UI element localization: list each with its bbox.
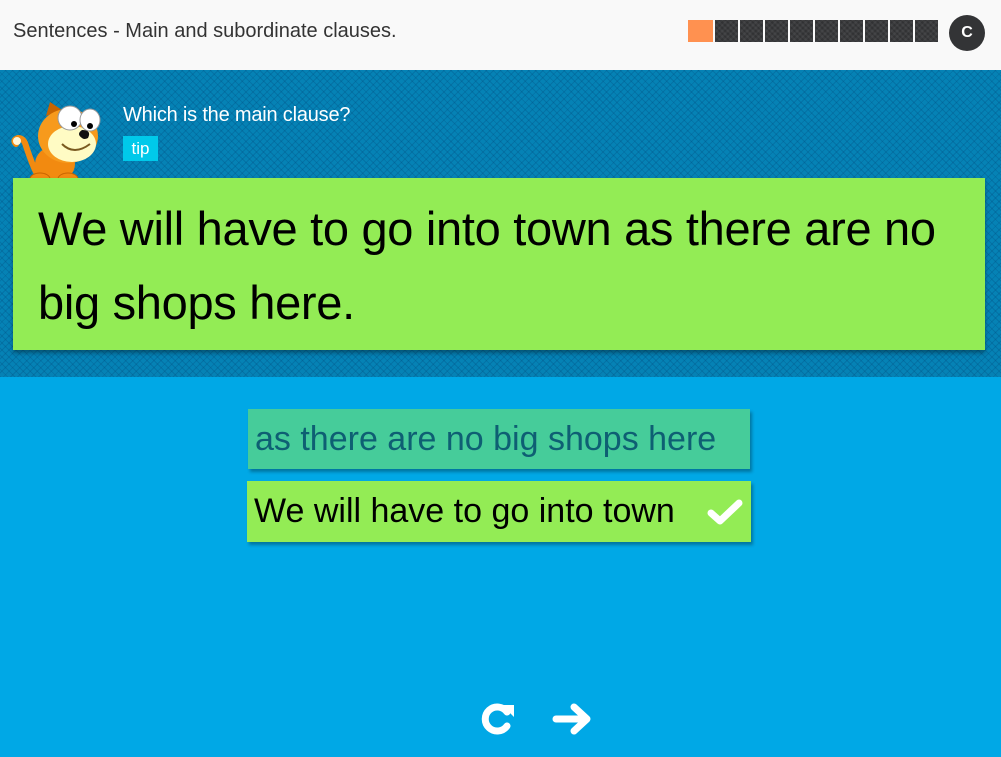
page-title: Sentences - Main and subordinate clauses… (13, 20, 397, 42)
progress-bar (688, 20, 938, 42)
progress-segment (765, 20, 788, 42)
progress-segment (715, 20, 738, 42)
checkmark-icon (707, 499, 743, 525)
header-bar: Sentences - Main and subordinate clauses… (0, 0, 1001, 70)
question-prompt: Which is the main clause? (123, 104, 351, 126)
retry-icon[interactable] (476, 697, 520, 741)
progress-segment (915, 20, 938, 42)
cat-mascot-icon (11, 102, 101, 186)
answer-option-label: as there are no big shops here (255, 419, 717, 458)
answer-option-label: We will have to go into town (254, 492, 675, 530)
progress-segment (890, 20, 913, 42)
progress-segment (815, 20, 838, 42)
circle-c-button[interactable]: C (949, 15, 985, 51)
progress-segment (740, 20, 763, 42)
progress-segment-current (688, 20, 713, 42)
tip-button[interactable]: tip (123, 136, 158, 161)
progress-segment (790, 20, 813, 42)
progress-segment (865, 20, 888, 42)
answer-option-subordinate[interactable]: as there are no big shops here (248, 409, 750, 469)
arrow-right-icon[interactable] (550, 697, 594, 741)
progress-segment (840, 20, 863, 42)
sentence-card: We will have to go into town as there ar… (13, 178, 985, 350)
answer-option-main-correct[interactable]: We will have to go into town (247, 481, 751, 542)
sentence-text: We will have to go into town as there ar… (38, 202, 936, 329)
